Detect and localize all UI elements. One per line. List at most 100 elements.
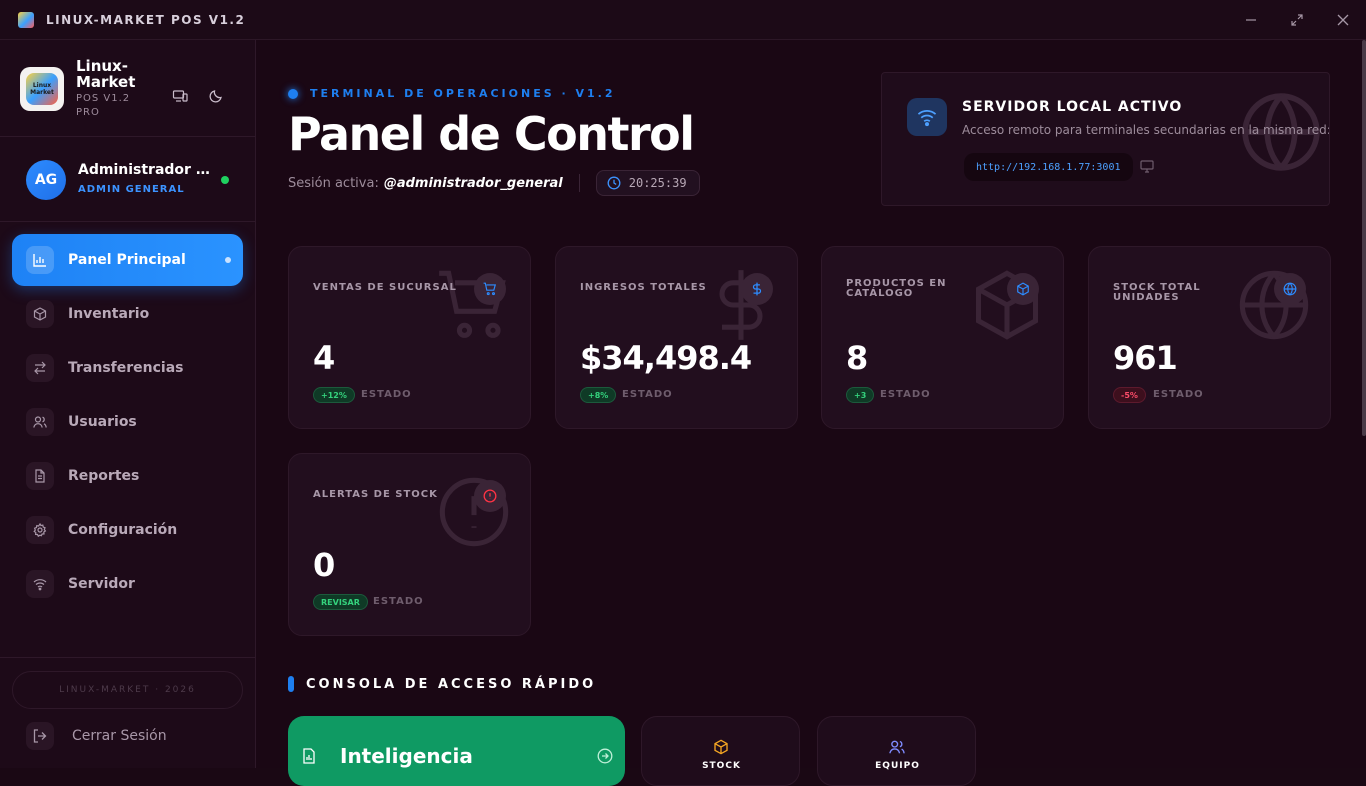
monitor-icon[interactable] [1140, 158, 1154, 177]
stat-label: ALERTAS DE STOCK [313, 489, 438, 500]
trend-badge: +8% [580, 387, 617, 403]
review-badge: REVISAR [313, 594, 368, 610]
cart-icon [474, 273, 506, 305]
quick-access-label: EQUIPO [875, 761, 920, 771]
users-icon [26, 408, 54, 436]
sidebar-item-transferencias[interactable]: Transferencias [12, 342, 243, 394]
alert-icon [474, 480, 506, 512]
sidebar-item-label: Transferencias [68, 360, 184, 376]
wifi-icon [26, 570, 54, 598]
stat-value: 8 [846, 339, 868, 377]
footer-badge: LINUX-MARKET · 2026 [12, 671, 243, 709]
report-icon [302, 748, 316, 768]
globe-icon [1274, 273, 1306, 305]
quick-access-equipo[interactable]: EQUIPO [817, 716, 976, 786]
sidebar-item-reportes[interactable]: Reportes [12, 450, 243, 502]
stat-label: STOCK TOTAL UNIDADES [1113, 282, 1201, 303]
stat-label: VENTAS DE SUCURSAL [313, 282, 457, 293]
sidebar-item-configuracion[interactable]: Configuración [12, 504, 243, 556]
arrow-right-circle-icon [597, 748, 613, 768]
box-icon [26, 300, 54, 328]
trend-badge: +12% [313, 387, 355, 403]
stat-card-ventas[interactable]: VENTAS DE SUCURSAL 4 +12% ESTADO [288, 246, 531, 429]
devices-icon[interactable] [170, 86, 190, 106]
sidebar-divider [0, 136, 256, 137]
window-title: LINUX-MARKET POS V1.2 [46, 12, 246, 27]
stat-value: $34,498.4 [580, 339, 752, 377]
window-titlebar: LINUX-MARKET POS V1.2 [0, 0, 1366, 40]
stat-status: ESTADO [361, 389, 412, 400]
sidebar-item-label: Usuarios [68, 414, 137, 430]
stat-card-ingresos[interactable]: INGRESOS TOTALES $34,498.4 +8% ESTADO [555, 246, 798, 429]
arrows-icon [26, 354, 54, 382]
stat-card-stock[interactable]: STOCK TOTAL UNIDADES 961 -5% ESTADO [1088, 246, 1331, 429]
session-label: Sesión activa: [288, 175, 379, 191]
clock: 20:25:39 [595, 170, 700, 196]
quick-access-label: Inteligencia [340, 744, 473, 768]
logout-label: Cerrar Sesión [72, 728, 167, 744]
brand-version: POS V1.2 PRO [76, 93, 131, 118]
app-logo-icon [18, 11, 34, 28]
sidebar-item-inventario[interactable]: Inventario [12, 288, 243, 340]
close-icon [1337, 14, 1349, 26]
sidebar-item-label: Servidor [68, 576, 135, 592]
session-user: @administrador_general [383, 175, 563, 191]
sidebar-item-panel-principal[interactable]: Panel Principal [12, 234, 243, 286]
stat-status: ESTADO [622, 389, 673, 400]
sidebar-nav: Panel Principal Inventario Transferencia… [12, 234, 243, 612]
brand-logo-text: Linux Market [26, 73, 58, 105]
server-title: SERVIDOR LOCAL ACTIVO [962, 99, 1183, 115]
sidebar-item-label: Configuración [68, 522, 178, 538]
brand-logo: Linux Market [20, 67, 64, 111]
page-kicker: TERMINAL DE OPERACIONES · V1.2 [288, 87, 615, 100]
online-status-dot [221, 176, 229, 184]
logout-button[interactable]: Cerrar Sesión [26, 722, 167, 750]
box-icon [713, 739, 729, 759]
kicker-text: TERMINAL DE OPERACIONES · V1.2 [310, 87, 616, 100]
avatar: AG [26, 160, 66, 200]
user-name: Administrador General [78, 162, 210, 178]
minimize-button[interactable] [1228, 0, 1274, 40]
brand-name: Linux-Market [76, 57, 136, 91]
section-accent-bar [288, 676, 294, 692]
sidebar-item-usuarios[interactable]: Usuarios [12, 396, 243, 448]
brand: Linux Market Linux-Market POS V1.2 PRO [20, 58, 250, 134]
server-description: Acceso remoto para terminales secundaria… [962, 123, 1330, 137]
sidebar-divider [0, 221, 256, 222]
minimize-icon [1246, 19, 1256, 21]
moon-icon[interactable] [206, 86, 226, 106]
kicker-dot [288, 88, 298, 99]
quick-access-inteligencia[interactable]: Inteligencia [288, 716, 625, 786]
window-controls [1228, 0, 1366, 40]
active-indicator-dot [225, 257, 231, 263]
sidebar-divider [0, 657, 256, 658]
sidebar-item-label: Panel Principal [68, 252, 186, 268]
user-profile[interactable]: AG Administrador General ADMIN GENERAL [26, 160, 236, 200]
server-status-card: SERVIDOR LOCAL ACTIVO Acceso remoto para… [881, 72, 1330, 206]
stat-status: ESTADO [880, 389, 931, 400]
stat-card-alertas[interactable]: ALERTAS DE STOCK 0 REVISAR ESTADO [288, 453, 531, 636]
stat-status: ESTADO [373, 596, 424, 607]
stat-label: PRODUCTOS EN CATÁLOGO [846, 278, 947, 299]
close-button[interactable] [1320, 0, 1366, 40]
users-icon [889, 739, 905, 759]
maximize-icon [1291, 14, 1303, 26]
main-content: TERMINAL DE OPERACIONES · V1.2 Panel de … [256, 40, 1366, 786]
dollar-icon [741, 273, 773, 305]
wifi-icon [907, 98, 947, 136]
stat-value: 961 [1113, 339, 1178, 377]
clock-icon [607, 176, 621, 190]
page-title: Panel de Control [288, 107, 695, 161]
trend-badge: +3 [846, 387, 875, 403]
section-title: CONSOLA DE ACCESO RÁPIDO [306, 676, 597, 692]
sidebar-item-servidor[interactable]: Servidor [12, 558, 243, 610]
maximize-button[interactable] [1274, 0, 1320, 40]
session-divider [578, 174, 580, 192]
scrollbar[interactable] [1362, 40, 1366, 436]
quick-access-stock[interactable]: STOCK [641, 716, 800, 786]
trend-badge: -5% [1113, 387, 1146, 403]
stat-label: INGRESOS TOTALES [580, 282, 707, 293]
sidebar-item-label: Inventario [68, 306, 150, 322]
stat-card-productos[interactable]: PRODUCTOS EN CATÁLOGO 8 +3 ESTADO [821, 246, 1064, 429]
server-url[interactable]: http://192.168.1.77:3001 [964, 153, 1133, 181]
